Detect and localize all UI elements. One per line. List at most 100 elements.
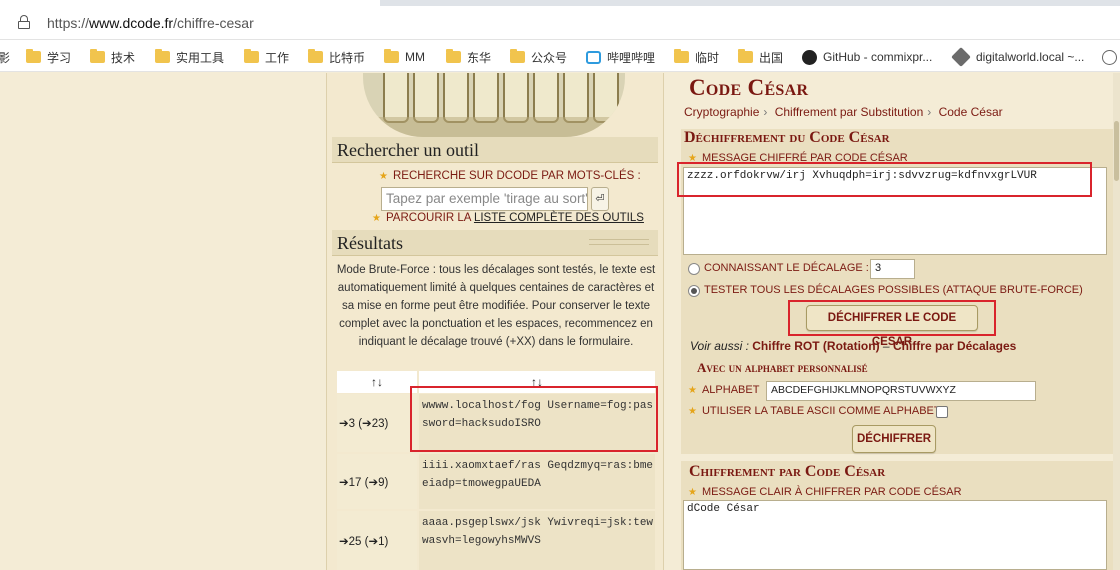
bookmark-item[interactable]: 影 (0, 48, 10, 66)
url-path: /chiffre-cesar (173, 15, 254, 31)
bookmark-folder[interactable]: 学习 (26, 48, 71, 66)
search-tool-heading: Rechercher un outil (332, 137, 658, 163)
plaintext-textarea[interactable]: dCode César (683, 500, 1107, 570)
bookmark-item[interactable] (1102, 48, 1120, 66)
see-also-prefix: Voir aussi : (690, 339, 749, 353)
star-icon: ★ (379, 171, 388, 182)
search-input[interactable]: Tapez par exemple 'tirage au sort' (381, 187, 588, 211)
star-icon: ★ (688, 153, 697, 164)
folder-icon (384, 49, 399, 63)
decrypt-caesar-button[interactable]: DÉCHIFFRER LE CODE CÉSAR (806, 305, 978, 348)
bookmark-folder[interactable]: 技术 (90, 48, 135, 66)
sort-result-header[interactable]: ↑↓ (419, 371, 655, 393)
decrypt-button[interactable]: DÉCHIFFRER (852, 425, 936, 453)
see-also-separator: – (882, 339, 890, 353)
bookmark-item[interactable]: 哔哩哔哩 (586, 48, 655, 66)
brute-force-label: TESTER TOUS LES DÉCALAGES POSSIBLES (ATT… (704, 284, 1083, 296)
plain-label-text: MESSAGE CLAIR À CHIFFRER PAR CODE CÉSAR (701, 486, 962, 498)
star-icon: ★ (372, 213, 381, 224)
folder-icon (308, 49, 323, 63)
bookmark-label: GitHub - commixpr... (823, 50, 933, 64)
cryptex-image (363, 73, 625, 137)
globe-icon (1102, 49, 1117, 65)
folder-icon (90, 49, 105, 63)
bookmark-folder[interactable]: 出国 (738, 48, 783, 66)
folder-icon (244, 49, 259, 63)
bookmark-folder[interactable]: 实用工具 (155, 48, 224, 66)
custom-alphabet-heading: Avec un alphabet personnalisé (697, 360, 868, 375)
breadcrumb-code-cesar[interactable]: Code César (939, 105, 1003, 119)
star-icon: ★ (688, 406, 697, 417)
github-icon (802, 49, 817, 65)
alphabet-label-text: ALPHABET (701, 384, 760, 396)
main-content: Code César Cryptographie › Chiffrement pa… (676, 73, 1120, 570)
shift-value: ➔3 (➔23) (337, 394, 417, 452)
bookmark-label: 临时 (695, 50, 720, 65)
left-sidebar: Rechercher un outil ★ RECHERCHE SUR DCODE… (326, 73, 664, 570)
ascii-label-text: UTILISER LA TABLE ASCII COMME ALPHABET (701, 405, 941, 417)
url-text[interactable]: https://www.dcode.fr/chiffre-cesar (47, 15, 254, 31)
table-row: ➔25 (➔1) aaaa.psgeplswx/jsk Ywivreqi=jsk… (337, 511, 655, 570)
breadcrumb-cryptographie[interactable]: Cryptographie (684, 105, 759, 119)
bookmark-label: 出国 (759, 50, 784, 65)
search-submit-button[interactable]: ⏎ (591, 187, 609, 211)
folder-icon (26, 49, 41, 63)
star-icon: ★ (688, 487, 697, 498)
cipher-textarea[interactable]: zzzz.orfdokrvw/irj Xvhuqdph=irj:sdvvzrug… (683, 167, 1107, 255)
result-text: aaaa.psgeplswx/jsk Ywivreqi=jsk:tewwasvh… (419, 511, 655, 570)
url-domain: www.dcode.fr (89, 15, 174, 31)
ascii-label: ★ UTILISER LA TABLE ASCII COMME ALPHABET (688, 405, 941, 417)
bookmark-label: MM (405, 50, 425, 64)
rot-cipher-link[interactable]: Chiffre ROT (Rotation) (752, 339, 879, 353)
bookmark-folder[interactable]: 比特币 (308, 48, 365, 66)
ascii-checkbox[interactable] (936, 406, 948, 418)
scrollbar-thumb[interactable] (1114, 121, 1119, 181)
breadcrumb-substitution[interactable]: Chiffrement par Substitution (775, 105, 924, 119)
bookmark-folder[interactable]: MM (384, 48, 425, 66)
decrypt-heading: Déchiffrement du Code César (684, 129, 890, 146)
folder-icon (155, 49, 170, 63)
plain-label: ★ MESSAGE CLAIR À CHIFFRER PAR CODE CÉSAR (688, 486, 962, 498)
table-row: ➔3 (➔23) wwww.localhost/fog Username=fog… (337, 394, 655, 452)
bookmark-label: 东华 (467, 50, 492, 65)
bookmark-folder[interactable]: 东华 (446, 48, 491, 66)
cipher-label: ★ MESSAGE CHIFFRÉ PAR CODE CÉSAR (688, 152, 908, 164)
star-icon: ★ (688, 385, 697, 396)
page-content: Rechercher un outil ★ RECHERCHE SUR DCODE… (0, 73, 1120, 570)
tool-list-link[interactable]: LISTE COMPLÈTE DES OUTILS (474, 212, 644, 224)
bookmark-folder[interactable]: 公众号 (510, 48, 567, 66)
folder-icon (738, 49, 753, 63)
folder-icon (510, 49, 525, 63)
diamond-icon (951, 47, 971, 67)
url-prefix: https:// (47, 15, 90, 31)
address-bar[interactable]: https://www.dcode.fr/chiffre-cesar (0, 6, 1120, 40)
known-shift-label: CONNAISSANT LE DÉCALAGE : (704, 262, 869, 274)
sort-shift-header[interactable]: ↑↓ (337, 371, 417, 393)
bookmark-folder[interactable]: 临时 (674, 48, 719, 66)
breadcrumb: Cryptographie › Chiffrement par Substitut… (684, 105, 1003, 119)
result-text: wwww.localhost/fog Username=fog:password… (419, 394, 655, 452)
bookmark-label: 公众号 (531, 50, 568, 65)
bookmark-item[interactable]: GitHub - commixpr... (802, 48, 932, 66)
bookmark-label: digitalworld.local ~... (976, 50, 1085, 64)
browse-prefix: PARCOURIR LA (385, 212, 471, 224)
shift-input[interactable]: 3 (870, 259, 915, 279)
bookmark-label: 技术 (111, 50, 136, 65)
bookmark-label: 工作 (265, 50, 290, 65)
bookmark-label: 哔哩哔哩 (607, 50, 656, 65)
result-text: iiii.xaomxtaef/ras Geqdzmyq=ras:bmeeiadp… (419, 454, 655, 509)
bookmark-item[interactable]: digitalworld.local ~... (951, 47, 1085, 67)
browse-tools-link[interactable]: ★ PARCOURIR LA LISTE COMPLÈTE DES OUTILS (372, 212, 644, 224)
keyword-label: ★ RECHERCHE SUR DCODE PAR MOTS-CLÉS : (379, 170, 641, 182)
alphabet-input[interactable]: ABCDEFGHIJKLMNOPQRSTUVWXYZ (766, 381, 1036, 401)
known-shift-radio[interactable] (688, 263, 700, 275)
bookmark-label: 学习 (47, 50, 72, 65)
shift-value: ➔17 (➔9) (337, 454, 417, 509)
brute-force-radio[interactable] (688, 285, 700, 297)
shift-cipher-link[interactable]: Chiffre par Décalages (893, 339, 1016, 353)
page-title: Code César (689, 75, 809, 100)
lock-icon[interactable] (18, 15, 30, 29)
bookmarks-bar: 影 学习 技术 实用工具 工作 比特币 MM 东华 公众号 哔哩哔哩 临时 出国… (0, 40, 1120, 72)
bookmark-folder[interactable]: 工作 (244, 48, 289, 66)
bookmark-label: 实用工具 (176, 50, 225, 65)
